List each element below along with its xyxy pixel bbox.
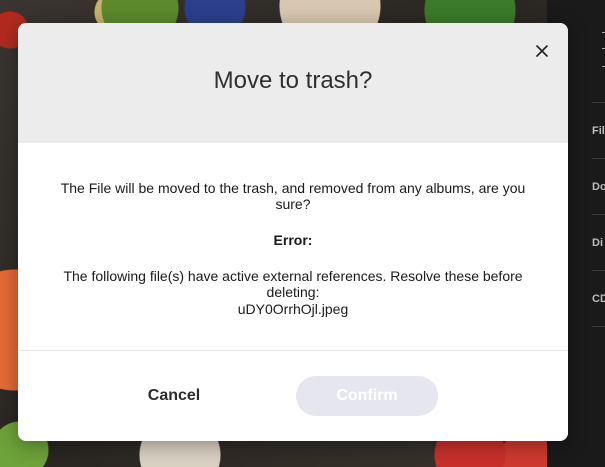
move-to-trash-dialog: Move to trash? The File will be moved to… (18, 23, 568, 441)
error-message: The following file(s) have active extern… (63, 268, 523, 300)
side-item-4[interactable]: CD (592, 293, 605, 305)
close-icon (536, 45, 548, 57)
side-item-3[interactable]: Di (592, 237, 603, 249)
cancel-button[interactable]: Cancel (114, 376, 234, 416)
side-item-2[interactable]: Do (592, 181, 605, 193)
file-name: uDY0OrrhOjl.jpeg (237, 301, 349, 317)
footer-divider (18, 350, 568, 351)
dialog-title: Move to trash? (213, 67, 373, 94)
side-item-1[interactable]: Fil (592, 125, 605, 137)
close-button[interactable] (530, 39, 554, 63)
side-divider (592, 270, 605, 271)
side-divider (592, 102, 605, 103)
error-label: Error: (273, 232, 313, 248)
side-divider (592, 158, 605, 159)
side-divider (592, 326, 605, 327)
confirm-button[interactable]: Confirm (296, 376, 438, 416)
side-divider (592, 214, 605, 215)
dialog-header: Move to trash? (18, 23, 568, 143)
dialog-message: The File will be moved to the trash, and… (60, 180, 526, 212)
